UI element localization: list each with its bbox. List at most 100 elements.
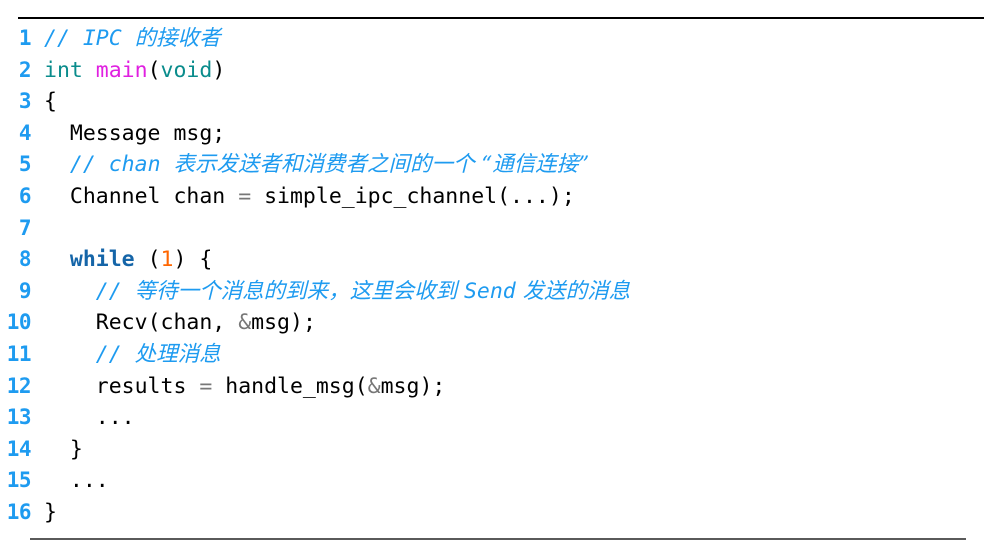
operator-address-of: & <box>367 373 381 399</box>
line-number: 10 <box>6 310 32 335</box>
line-content: // 等待一个消息的到来，这里会收到 Send 发送的消息 <box>44 276 984 308</box>
comment-text-cn-last: 发送的消息 <box>515 278 631 304</box>
line-number: 16 <box>6 499 32 524</box>
line-content: { <box>44 86 984 118</box>
paren-close: ) <box>419 373 433 399</box>
ellipsis: ... <box>95 405 135 431</box>
comment-slashes: // <box>69 152 109 178</box>
code-line: 3 { <box>0 86 984 118</box>
code-line: 9 // 等待一个消息的到来，这里会收到 Send 发送的消息 <box>0 276 984 308</box>
operator-assign: = <box>199 373 213 399</box>
comment-slashes: // <box>95 278 135 304</box>
paren-close: ) <box>173 247 187 273</box>
var-msg: msg <box>173 120 213 146</box>
line-number: 14 <box>6 436 32 461</box>
code-listing: 1 // IPC 的接收者 2 int main(void) 3 { 4 Mes… <box>0 0 984 558</box>
keyword-void: void <box>160 57 213 83</box>
function-name-main: main <box>95 57 148 83</box>
semicolon: ; <box>302 310 316 336</box>
line-content: while (1) { <box>44 244 984 276</box>
code-lines-container: 1 // IPC 的接收者 2 int main(void) 3 { 4 Mes… <box>0 23 984 529</box>
paren-open: ( <box>147 247 161 273</box>
line-number: 5 <box>18 152 32 177</box>
semicolon: ; <box>561 183 575 209</box>
paren-open: ( <box>147 57 161 83</box>
line-number: 8 <box>18 247 32 272</box>
line-number: 4 <box>18 120 32 145</box>
line-content: ... <box>44 465 984 497</box>
line-content: // 处理消息 <box>44 339 984 371</box>
line-number: 12 <box>6 373 32 398</box>
code-line: 1 // IPC 的接收者 <box>0 23 984 55</box>
comment-slashes: // <box>95 341 135 367</box>
comment-text-ipc: IPC <box>82 26 135 51</box>
code-line: 8 while (1) { <box>0 244 984 276</box>
comment-slashes: // <box>44 26 83 51</box>
paren-open: ( <box>354 373 368 399</box>
code-line: 4 Message msg; <box>0 118 984 150</box>
brace-open: { <box>44 89 57 115</box>
code-line: 14 } <box>0 434 984 466</box>
line-content: int main(void) <box>44 55 984 87</box>
type-message: Message <box>69 120 161 146</box>
arg-msg: msg <box>251 310 290 336</box>
paren-close: ) <box>212 57 226 83</box>
comment-text-cn: 处理消息 <box>134 341 221 367</box>
type-channel: Channel <box>69 183 161 209</box>
code-line: 12 results = handle_msg(&msg); <box>0 371 984 403</box>
line-number: 1 <box>18 26 32 50</box>
operator-assign: = <box>238 183 252 209</box>
brace-close: } <box>69 436 83 462</box>
line-number: 13 <box>6 405 32 430</box>
line-number: 3 <box>18 89 32 114</box>
line-number: 7 <box>18 215 32 240</box>
code-line: 5 // chan 表示发送者和消费者之间的一个 “通信连接” <box>0 149 984 181</box>
line-content: ... <box>44 402 984 434</box>
brace-close: } <box>44 499 57 525</box>
line-content: // IPC 的接收者 <box>44 23 984 55</box>
operator-address-of: & <box>238 310 252 336</box>
line-content: // chan 表示发送者和消费者之间的一个 “通信连接” <box>44 149 984 181</box>
call-handle-msg: handle_msg <box>225 373 355 399</box>
comma: , <box>212 310 239 336</box>
line-content: results = handle_msg(&msg); <box>44 371 984 403</box>
comment-text-cn: 表示发送者和消费者之间的一个 “通信连接” <box>173 152 590 178</box>
call-args: (...) <box>497 183 562 209</box>
ellipsis: ... <box>69 468 109 494</box>
paren-open: ( <box>147 310 161 336</box>
line-content: } <box>44 497 984 529</box>
code-line: 10 Recv(chan, &msg); <box>0 307 984 339</box>
code-line: 7 <box>0 213 984 245</box>
code-line: 16 } <box>0 497 984 529</box>
paren-close: ) <box>289 310 303 336</box>
call-recv: Recv <box>95 310 148 336</box>
line-number: 15 <box>6 468 32 493</box>
brace-open: { <box>199 247 213 273</box>
listing-top-rule <box>18 17 984 19</box>
line-content: Channel chan = simple_ipc_channel(...); <box>44 181 984 213</box>
arg-msg: msg <box>380 373 420 399</box>
comment-token-send: Send <box>463 278 516 304</box>
code-line: 6 Channel chan = simple_ipc_channel(...)… <box>0 181 984 213</box>
line-content: } <box>44 434 984 466</box>
